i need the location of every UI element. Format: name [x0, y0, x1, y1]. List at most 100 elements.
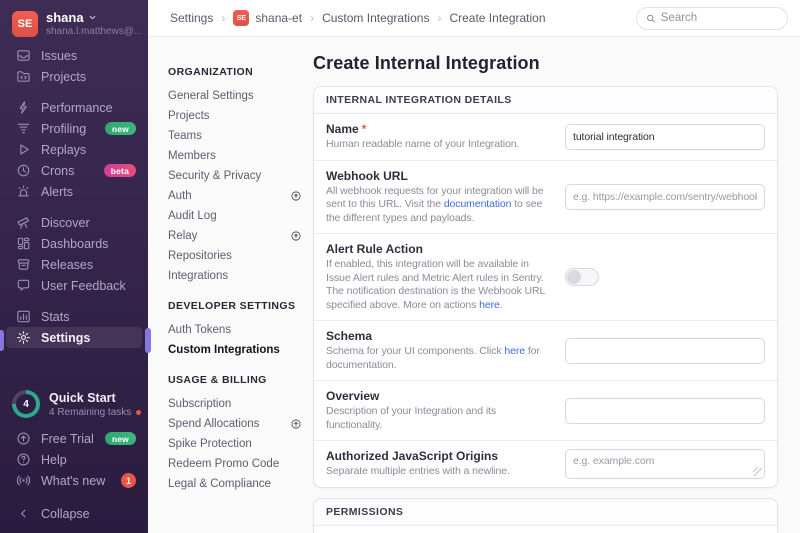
settings-nav-item-auth-tokens[interactable]: Auth Tokens — [168, 320, 302, 340]
settings-nav-item-custom-integrations[interactable]: Custom Integrations — [168, 340, 302, 360]
description-text: Separate multiple entries with a newline… — [326, 465, 510, 477]
quick-start-subtitle: 4 Remaining tasks — [49, 407, 131, 418]
search-input[interactable] — [661, 12, 778, 24]
settings-nav-item-members[interactable]: Members — [168, 146, 302, 166]
link-here[interactable]: here — [479, 299, 500, 311]
sidebar-item-user-feedback[interactable]: User Feedback — [0, 275, 148, 296]
sidebar-item-discover[interactable]: Discover — [0, 212, 148, 233]
sidebar-item-profiling[interactable]: Profiling new — [0, 118, 148, 139]
settings-nav-item-audit-log[interactable]: Audit Log — [168, 206, 302, 226]
panel-internal-integration-details: INTERNAL INTEGRATION DETAILSName*Human r… — [313, 86, 778, 488]
sidebar-item-crons[interactable]: Cronsbeta — [0, 160, 148, 181]
settings-nav-item-repositories[interactable]: Repositories — [168, 246, 302, 266]
settings-nav-item-auth[interactable]: Auth — [168, 186, 302, 206]
field-description-schema: Schema for your UI components. Click her… — [326, 345, 553, 372]
sidebar-item-releases[interactable]: Releases — [0, 254, 148, 275]
settings-nav-item-security-privacy[interactable]: Security & Privacy — [168, 166, 302, 186]
field-description-overview: Description of your Integration and its … — [326, 405, 553, 432]
overview-textarea[interactable] — [565, 398, 765, 424]
badge-new: new — [105, 122, 136, 135]
settings-nav-item-subscription[interactable]: Subscription — [168, 394, 302, 414]
sidebar-item-settings[interactable]: Settings — [6, 327, 142, 348]
field-control-name — [565, 124, 765, 150]
name-input[interactable] — [565, 124, 765, 150]
field-label-overview: Overview — [326, 389, 553, 403]
sidebar-item-free-trial[interactable]: Free Trialnew — [0, 428, 148, 449]
quick-start[interactable]: 4 Quick Start 4 Remaining tasks — [0, 390, 148, 418]
projects-icon — [16, 69, 31, 84]
breadcrumb-custom-integrations[interactable]: Custom Integrations — [322, 11, 429, 25]
sidebar-nav: IssuesProjects Performance Profiling new Rep… — [0, 45, 148, 348]
settings-nav-group-title: USAGE & BILLING — [168, 374, 302, 386]
settings-nav-item-spend-allocations[interactable]: Spend Allocations — [168, 414, 302, 434]
sidebar-item-label: Settings — [41, 331, 90, 345]
replays-icon — [16, 142, 31, 157]
settings-nav-group-title: DEVELOPER SETTINGS — [168, 300, 302, 312]
sidebar-item-dashboards[interactable]: Dashboards — [0, 233, 148, 254]
profiling-icon — [16, 121, 31, 136]
settings-nav-item-label: Members — [168, 150, 216, 162]
power-icon — [290, 230, 302, 242]
sidebar-item-stats[interactable]: Stats — [0, 306, 148, 327]
settings-nav-item-integrations[interactable]: Integrations — [168, 266, 302, 286]
settings-nav-item-relay[interactable]: Relay — [168, 226, 302, 246]
settings-nav-item-label: Relay — [168, 230, 197, 242]
field-label-text: Schema — [326, 329, 372, 343]
settings-nav-item-legal-compliance[interactable]: Legal & Compliance — [168, 474, 302, 494]
sidebar-item-label: Replays — [41, 143, 86, 157]
sidebar-item-label: Collapse — [41, 507, 90, 521]
settings-nav-item-label: Integrations — [168, 270, 228, 282]
settings-nav-item-label: Auth Tokens — [168, 324, 231, 336]
settings-nav-item-label: Teams — [168, 130, 202, 142]
sidebar-item-alerts[interactable]: Alerts — [0, 181, 148, 202]
sidebar-item-issues[interactable]: Issues — [0, 45, 148, 66]
field-label-authorized-js-origins: Authorized JavaScript Origins — [326, 449, 553, 463]
breadcrumb-settings[interactable]: Settings — [170, 11, 213, 25]
field-label-alert-rule-action: Alert Rule Action — [326, 242, 553, 256]
collapse-wrap: Collapse — [0, 503, 148, 524]
primary-sidebar: SE shana shana.l.matthews@… IssuesProjec… — [0, 0, 148, 533]
settings-nav-item-label: Auth — [168, 190, 192, 202]
sidebar-item-replays[interactable]: Replays — [0, 139, 148, 160]
sidebar-item-performance[interactable]: Performance — [0, 97, 148, 118]
field-description-name: Human readable name of your Integration. — [326, 138, 553, 152]
page-title: Create Internal Integration — [313, 53, 778, 74]
sidebar-section: Performance Profiling new Replays CronsbetaA… — [0, 97, 148, 202]
alert-rule-action-toggle[interactable] — [565, 268, 599, 286]
settings-nav-item-projects[interactable]: Projects — [168, 106, 302, 126]
sidebar-item-help[interactable]: Help — [0, 449, 148, 470]
settings-nav-item-redeem-promo-code[interactable]: Redeem Promo Code — [168, 454, 302, 474]
settings-nav-group: ORGANIZATIONGeneral SettingsProjectsTeam… — [168, 66, 302, 286]
breadcrumb-shana-et[interactable]: SEshana-et — [233, 10, 302, 26]
collapse-icon — [16, 506, 31, 521]
authorized-js-origins-textarea[interactable] — [565, 449, 765, 479]
settings-nav-item-label: Legal & Compliance — [168, 478, 271, 490]
settings-nav-item-label: Security & Privacy — [168, 170, 261, 182]
sidebar-item-label: Profiling — [41, 122, 86, 136]
schema-textarea[interactable] — [565, 338, 765, 364]
sidebar-item-projects[interactable]: Projects — [0, 66, 148, 87]
settings-nav-item-general-settings[interactable]: General Settings — [168, 86, 302, 106]
notification-count-badge: 1 — [121, 473, 136, 488]
form-panels: INTERNAL INTEGRATION DETAILSName*Human r… — [313, 86, 778, 533]
user-menu[interactable]: SE shana shana.l.matthews@… — [0, 0, 148, 37]
power-feature-icon — [290, 418, 302, 430]
sidebar-item-collapse[interactable]: Collapse — [0, 503, 148, 524]
quick-start-count: 4 — [16, 394, 36, 414]
power-icon — [290, 418, 302, 430]
field-info-overview: Overview Description of your Integration … — [326, 389, 565, 432]
settings-nav-item-teams[interactable]: Teams — [168, 126, 302, 146]
settings-nav-item-label: Subscription — [168, 398, 231, 410]
webhook-url-input[interactable] — [565, 184, 765, 210]
field-control-webhook-url — [565, 184, 765, 210]
issues-icon — [16, 48, 31, 63]
link-documentation[interactable]: documentation — [444, 198, 512, 210]
releases-icon — [16, 257, 31, 272]
field-info-authorized-js-origins: Authorized JavaScript Origins Separate mu… — [326, 449, 565, 479]
settings-nav-item-spike-protection[interactable]: Spike Protection — [168, 434, 302, 454]
description-text: If enabled, this integration will be ava… — [326, 258, 545, 311]
breadcrumb-label: Create Integration — [449, 11, 545, 25]
field-row-webhook-url: Webhook URLAll webhook requests for your… — [314, 160, 777, 234]
link-here[interactable]: here — [504, 345, 525, 357]
sidebar-item-what-s-new[interactable]: What's new1 — [0, 470, 148, 491]
